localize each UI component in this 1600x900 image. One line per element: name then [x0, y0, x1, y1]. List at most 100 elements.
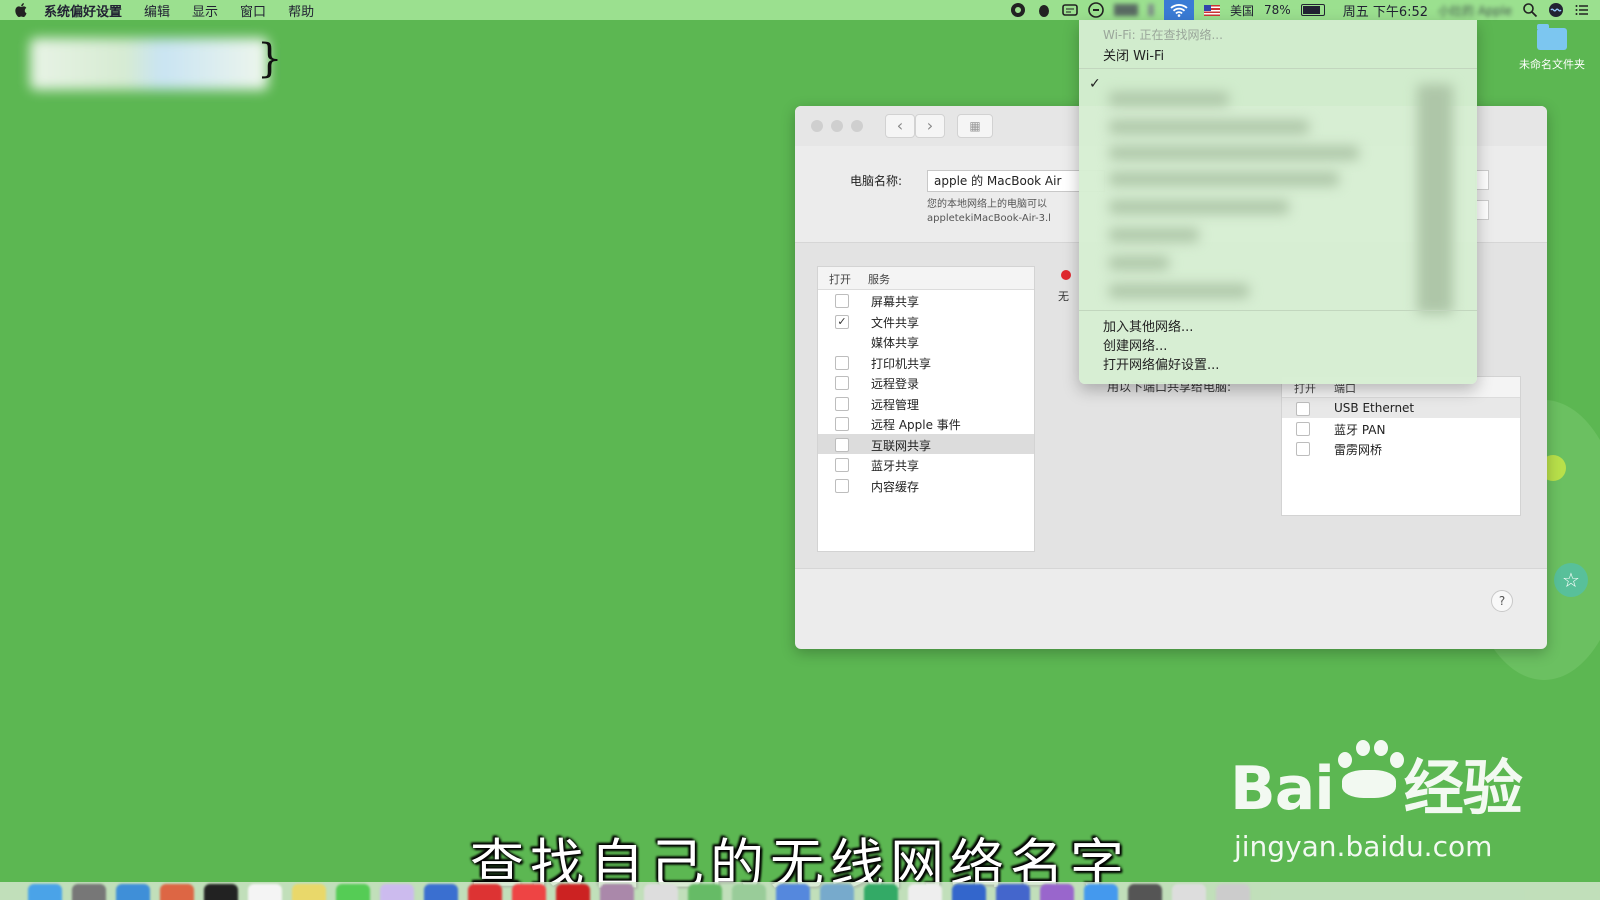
port-row[interactable]: 蓝牙 PAN [1282, 418, 1520, 438]
notes-icon[interactable] [292, 884, 326, 900]
service-checkbox[interactable] [835, 417, 849, 431]
bluetooth-icon[interactable] [1148, 4, 1154, 16]
spotlight-search-icon[interactable] [1522, 2, 1538, 18]
wechat-icon[interactable] [336, 884, 370, 900]
service-checkbox[interactable] [835, 355, 849, 370]
finder-icon[interactable] [28, 884, 62, 900]
minimize-window-button[interactable] [831, 120, 843, 132]
menu-edit[interactable]: 编辑 [144, 1, 170, 20]
network-item[interactable] [1109, 228, 1199, 242]
service-row-selected[interactable]: 互联网共享 [818, 433, 1034, 454]
edit-address-button[interactable] [1475, 200, 1489, 220]
notification-center-icon[interactable] [1574, 2, 1590, 18]
forward-button[interactable]: › [915, 114, 945, 138]
port-checkbox[interactable] [1296, 422, 1310, 436]
port-checkbox[interactable] [1296, 442, 1310, 456]
port-checkbox[interactable] [1296, 402, 1310, 416]
create-network-item[interactable]: 创建网络... [1103, 335, 1167, 354]
record-icon[interactable] [1010, 2, 1026, 18]
service-checkbox[interactable] [835, 458, 849, 472]
app-icon[interactable] [1084, 884, 1118, 900]
app-icon[interactable] [512, 884, 546, 900]
menu-app-name[interactable]: 系统偏好设置 [44, 1, 122, 20]
service-row[interactable]: 远程 Apple 事件 [818, 413, 1034, 434]
app-icon[interactable] [996, 884, 1030, 900]
menu-window[interactable]: 窗口 [240, 1, 266, 20]
clock[interactable]: 周五 下午6:52 [1343, 1, 1428, 20]
app-icon[interactable] [1040, 884, 1074, 900]
edit-name-button[interactable] [1475, 170, 1489, 190]
service-checkbox[interactable] [835, 294, 849, 308]
photos-icon[interactable] [380, 884, 414, 900]
network-item[interactable] [1109, 284, 1249, 298]
network-item[interactable] [1109, 146, 1359, 160]
menu-view[interactable]: 显示 [192, 1, 218, 20]
network-item[interactable] [1109, 256, 1169, 270]
network-list-blurred[interactable] [1099, 74, 1461, 329]
input-source-label[interactable]: 美国 [1230, 2, 1254, 19]
menu-help[interactable]: 帮助 [288, 1, 314, 20]
back-button[interactable]: ‹ [885, 114, 915, 138]
battery-icon[interactable] [1300, 4, 1325, 16]
close-window-button[interactable] [811, 120, 823, 132]
service-row[interactable]: 打印机共享 [818, 352, 1034, 373]
port-row[interactable]: USB Ethernet [1282, 398, 1520, 418]
service-row[interactable]: 媒体共享 [818, 331, 1034, 352]
open-network-preferences-item[interactable]: 打开网络偏好设置... [1103, 354, 1219, 373]
launchpad-icon[interactable] [72, 884, 106, 900]
app-icon[interactable] [688, 884, 722, 900]
turn-off-wifi-item[interactable]: 关闭 Wi-Fi [1103, 45, 1164, 64]
app-icon[interactable] [468, 884, 502, 900]
service-checkbox[interactable] [835, 478, 849, 493]
qq-icon[interactable] [204, 884, 238, 900]
app-icon[interactable] [424, 884, 458, 900]
qq-penguin-icon[interactable] [1036, 2, 1052, 18]
help-button[interactable]: ? [1491, 590, 1513, 612]
desktop-folder-label: 未命名文件夹 [1519, 58, 1585, 71]
app-icon[interactable] [776, 884, 810, 900]
network-item[interactable] [1109, 200, 1289, 214]
menu-bar: 系统偏好设置 编辑 显示 窗口 帮助 美国 78% 周五 下午6:52 小灶的 … [0, 0, 1600, 20]
service-row[interactable]: 蓝牙共享 [818, 454, 1034, 475]
service-checkbox[interactable] [835, 437, 849, 452]
us-flag-icon[interactable] [1204, 4, 1220, 16]
wechat-icon[interactable] [1088, 2, 1104, 18]
chrome-icon[interactable] [160, 884, 194, 900]
service-row[interactable]: 内容缓存 [818, 475, 1034, 496]
app-icon[interactable] [556, 884, 590, 900]
show-all-grid-button[interactable]: ▦ [957, 114, 993, 138]
app-icon[interactable] [600, 884, 634, 900]
siri-icon[interactable] [1548, 2, 1564, 18]
app-icon[interactable] [864, 884, 898, 900]
app-icon[interactable] [732, 884, 766, 900]
wifi-menu-button[interactable] [1164, 0, 1194, 20]
service-checkbox[interactable]: ✓ [835, 314, 849, 329]
desktop-folder[interactable]: 未命名文件夹 [1512, 24, 1592, 72]
service-row[interactable]: ✓ 文件共享 [818, 311, 1034, 332]
app-icon[interactable] [644, 884, 678, 900]
network-item[interactable] [1109, 92, 1229, 106]
calendar-icon[interactable] [248, 884, 282, 900]
network-item[interactable] [1109, 172, 1339, 186]
battery-percent[interactable]: 78% [1264, 3, 1291, 17]
apple-menu-icon[interactable] [14, 3, 28, 17]
app-icon[interactable] [820, 884, 854, 900]
service-row[interactable]: 远程管理 [818, 393, 1034, 414]
user-name[interactable]: 小灶的 Apple [1438, 2, 1512, 19]
network-speed-icon[interactable] [1114, 4, 1138, 16]
service-row[interactable]: 屏幕共享 [818, 290, 1034, 311]
join-other-network-item[interactable]: 加入其他网络... [1103, 316, 1193, 335]
zoom-window-button[interactable] [851, 120, 863, 132]
service-checkbox[interactable] [835, 396, 849, 411]
network-item[interactable] [1109, 120, 1309, 134]
trash-icon[interactable] [1216, 884, 1250, 900]
app-icon[interactable] [1172, 884, 1206, 900]
app-icon[interactable] [952, 884, 986, 900]
message-icon[interactable] [1062, 2, 1078, 18]
port-row[interactable]: 雷雳网桥 [1282, 438, 1520, 458]
app-icon[interactable] [908, 884, 942, 900]
safari-icon[interactable] [116, 884, 150, 900]
service-row[interactable]: 远程登录 [818, 372, 1034, 393]
app-icon[interactable] [1128, 884, 1162, 900]
service-checkbox[interactable] [835, 376, 849, 390]
